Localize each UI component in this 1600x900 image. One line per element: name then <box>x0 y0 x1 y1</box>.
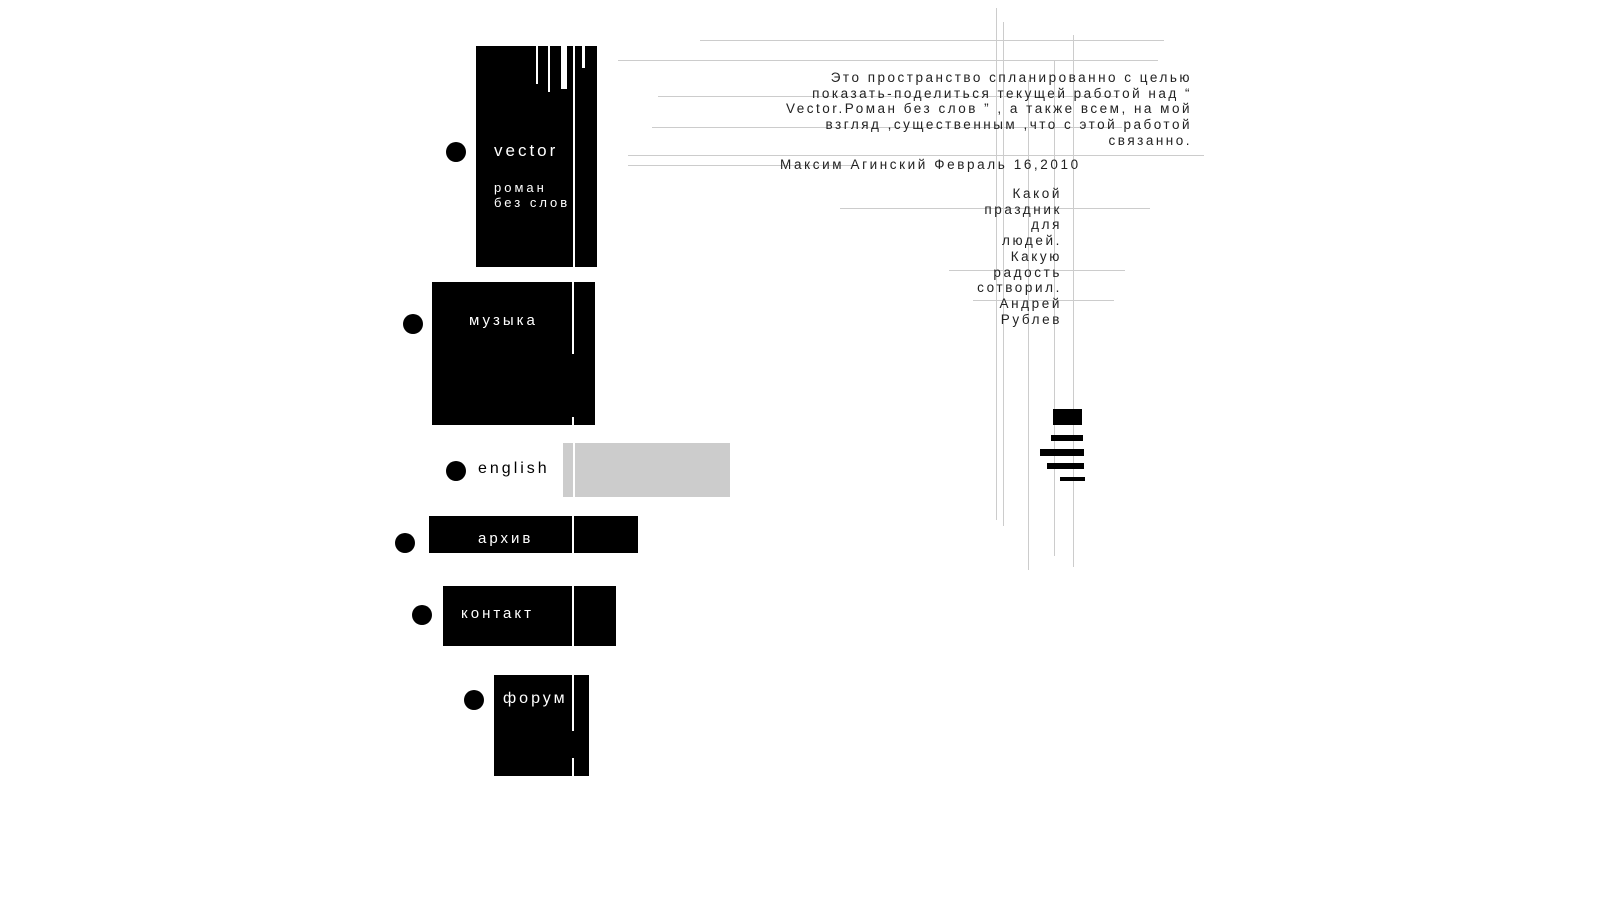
nav-english-label[interactable]: english <box>478 460 550 478</box>
bullet-icon <box>403 314 423 334</box>
nav-vector-title: vector <box>494 141 559 160</box>
grid-line <box>628 155 1204 156</box>
poem-line: Какой <box>1012 186 1062 201</box>
intro-line: связанно. <box>1108 132 1192 148</box>
intro-line: показать-поделиться текущей работой над … <box>812 85 1192 101</box>
bullet-icon <box>412 605 432 625</box>
nav-vector[interactable]: vector роман без слов <box>476 46 597 267</box>
bullet-icon <box>464 690 484 710</box>
grid-line <box>700 40 1164 41</box>
nav-vector-subtitle: без слов <box>494 195 571 210</box>
nav-forum-label: форум <box>503 690 568 707</box>
poem-line: сотворил. <box>977 280 1062 296</box>
nav-contact[interactable]: контакт <box>443 586 616 646</box>
nav-archive[interactable]: архив <box>429 516 638 553</box>
nav-music[interactable]: музыка <box>432 282 595 425</box>
grid-line <box>618 60 1158 61</box>
nav-archive-label: архив <box>478 530 534 547</box>
nav-contact-label: контакт <box>461 605 535 622</box>
bullet-icon <box>446 142 466 162</box>
nav-english-panel[interactable] <box>563 443 730 497</box>
bullet-icon <box>395 533 415 553</box>
intro-line: Это пространство спланированно с целью <box>830 70 1192 85</box>
poem-line: Какую <box>1010 248 1062 264</box>
poem-line: для <box>1031 217 1062 233</box>
nav-vector-subtitle: роман <box>494 180 547 195</box>
nav-forum[interactable]: форум <box>494 675 589 776</box>
poem-line: людей. <box>1002 233 1062 249</box>
poem-line: Андрей <box>999 295 1062 311</box>
poem-line: Рублев <box>1000 311 1062 327</box>
poem-line: праздник <box>984 201 1062 217</box>
bullet-icon <box>446 461 466 481</box>
nav-music-label: музыка <box>469 312 538 329</box>
poem: Какой праздник для людей. Какую радость … <box>930 186 1062 327</box>
signature: Максим Агинский Февраль 16,2010 <box>780 157 1081 172</box>
poem-line: радость <box>993 264 1062 280</box>
intro-text: Это пространство спланированно с целью п… <box>700 70 1192 149</box>
intro-line: Vector.Роман без слов ” , а также всем, … <box>786 101 1192 117</box>
intro-line: взгляд ,существенным ,что с этой работой <box>825 117 1192 133</box>
